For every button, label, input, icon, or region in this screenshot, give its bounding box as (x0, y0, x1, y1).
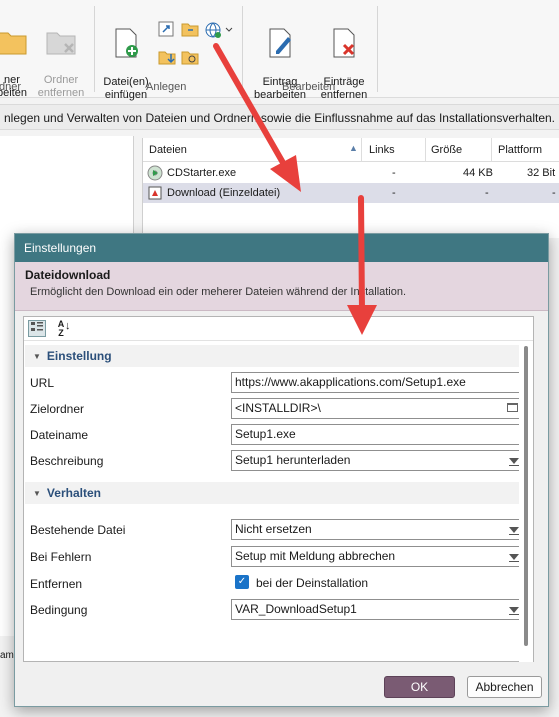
file-name: Download (Einzeldatei) (167, 187, 281, 199)
file-size: - (485, 187, 489, 199)
left-fragment-text: amı (0, 650, 14, 661)
header-subtitle: Ermöglicht den Download ein oder meherer… (30, 286, 407, 298)
property-label: Beschreibung (30, 454, 104, 468)
group-ordner-label: dner (0, 81, 22, 93)
dateiname-field[interactable]: Setup1.exe (231, 424, 523, 445)
column-header-links[interactable]: Links (369, 144, 395, 156)
column-header-groesse[interactable]: Größe (431, 144, 462, 156)
description-bar: nlegen und Verwalten von Dateien und Ord… (0, 104, 559, 130)
category-einstellung[interactable]: ▼ Einstellung (25, 345, 520, 367)
property-grid: A Z ↓ ▼ Einstellung URL https://www.akappl… (23, 316, 534, 662)
anlegen-small-icons (158, 20, 238, 73)
file-size: 44 KB (463, 167, 493, 179)
category-label: Verhalten (46, 486, 101, 500)
ribbon-separator (94, 6, 95, 92)
ordner-entfernen-label: Ordner entfernen (37, 74, 85, 99)
dropdown-arrow-icon (509, 458, 519, 464)
property-grid-scrollbar[interactable] (519, 342, 533, 662)
sort-up-icon: ▲ (349, 143, 358, 153)
entfernen-checkbox[interactable]: ✓ (235, 575, 249, 589)
globe-icon (205, 22, 221, 38)
ok-button[interactable]: OK (384, 676, 455, 698)
bei-fehlern-select[interactable]: Setup mit Meldung abbrechen (231, 546, 523, 567)
dialog-header: Dateidownload Ermöglicht den Download ei… (15, 262, 548, 311)
category-verhalten[interactable]: ▼ Verhalten (25, 482, 520, 504)
property-entfernen: Entfernen ✓ bei der Deinstallation (25, 571, 520, 597)
bestehende-datei-select[interactable]: Nicht ersetzen (231, 519, 523, 540)
settings-dialog: Einstellungen Dateidownload Ermöglicht d… (14, 233, 549, 707)
ribbon-separator (242, 6, 243, 92)
ordner-entfernen-button[interactable]: Ordner entfernen (34, 14, 88, 100)
eintrag-bearbeiten-button[interactable]: Eintrag bearbeiten ˅ (248, 14, 312, 115)
property-bedingung: Bedingung VAR_DownloadSetup1 (25, 597, 523, 623)
property-label: Zielordner (30, 402, 85, 416)
download-file-icon (148, 186, 162, 200)
group-bearbeiten-label: Bearbeiten (282, 81, 336, 93)
folder-download-icon (158, 51, 176, 65)
dropdown-arrow-icon (509, 554, 519, 560)
property-label: Entfernen (30, 577, 83, 591)
property-bestehende-datei: Bestehende Datei Nicht ersetzen (25, 517, 523, 543)
dialog-title: Einstellungen (15, 234, 548, 262)
property-url: URL https://www.akapplications.com/Setup… (25, 370, 523, 396)
dateien-einfuegen-button[interactable]: Datei(en) einfügen (100, 14, 152, 102)
property-zielordner: Zielordner <INSTALLDIR>\ (25, 396, 523, 422)
file-row[interactable]: Download (Einzeldatei) - - - (143, 183, 559, 203)
folder-link-icon (181, 23, 199, 37)
dateien-einfuegen-label: Datei(en) einfügen (103, 76, 149, 101)
property-bei-fehlern: Bei Fehlern Setup mit Meldung abbrechen (25, 544, 523, 570)
property-label: Bei Fehlern (30, 550, 92, 564)
column-header-dateien[interactable]: Dateien (149, 144, 187, 156)
property-beschreibung: Beschreibung Setup1 herunterladen (25, 448, 523, 474)
property-label: Dateiname (30, 428, 89, 442)
folder-browse-icon[interactable] (507, 403, 518, 412)
header-title: Dateidownload (25, 268, 111, 282)
delete-icon (333, 28, 355, 58)
file-links: - (392, 167, 396, 179)
dropdown-arrow-icon (509, 527, 519, 533)
file-name: CDStarter.exe (167, 167, 237, 179)
file-list-header: Dateien ▲ Links Größe Plattform (143, 138, 559, 162)
scrollbar-thumb[interactable] (524, 346, 528, 646)
file-platform: 32 Bit (527, 167, 556, 179)
file-add-icon (115, 28, 138, 58)
property-dateiname: Dateiname Setup1.exe (25, 422, 523, 448)
zielordner-field[interactable]: <INSTALLDIR>\ (231, 398, 523, 419)
folder-search-icon (181, 51, 199, 65)
file-links: - (392, 187, 396, 199)
group-anlegen-label: Anlegen (146, 81, 187, 93)
url-field[interactable]: https://www.akapplications.com/Setup1.ex… (231, 372, 523, 393)
dropdown-arrow-icon (509, 607, 519, 613)
column-header-plattform[interactable]: Plattform (498, 144, 542, 156)
edit-icon (269, 28, 291, 58)
beschreibung-field[interactable]: Setup1 herunterladen (231, 450, 523, 471)
cancel-button[interactable]: Abbrechen (467, 676, 542, 698)
collapse-icon: ▼ (33, 352, 41, 361)
checkbox-label: bei der Deinstallation (256, 576, 369, 590)
property-label: Bestehende Datei (30, 523, 126, 537)
ribbon-separator (377, 6, 378, 92)
property-label: URL (30, 376, 55, 390)
file-row[interactable]: CDStarter.exe - 44 KB 32 Bit (143, 163, 559, 183)
file-platform: - (552, 187, 556, 199)
ribbon: ner beiten Ordner entfernen dner Datei(e… (0, 0, 559, 113)
file-list-panel: Dateien ▲ Links Größe Plattform CDStarte… (142, 138, 559, 238)
collapse-icon: ▼ (33, 489, 41, 498)
category-label: Einstellung (46, 349, 112, 363)
cd-icon (147, 165, 163, 181)
shortcut-icon (158, 21, 174, 37)
folder-new-icon (0, 32, 27, 55)
folder-delete-icon (46, 32, 76, 55)
bedingung-select[interactable]: VAR_DownloadSetup1 (231, 599, 523, 620)
property-label: Bedingung (30, 603, 88, 617)
